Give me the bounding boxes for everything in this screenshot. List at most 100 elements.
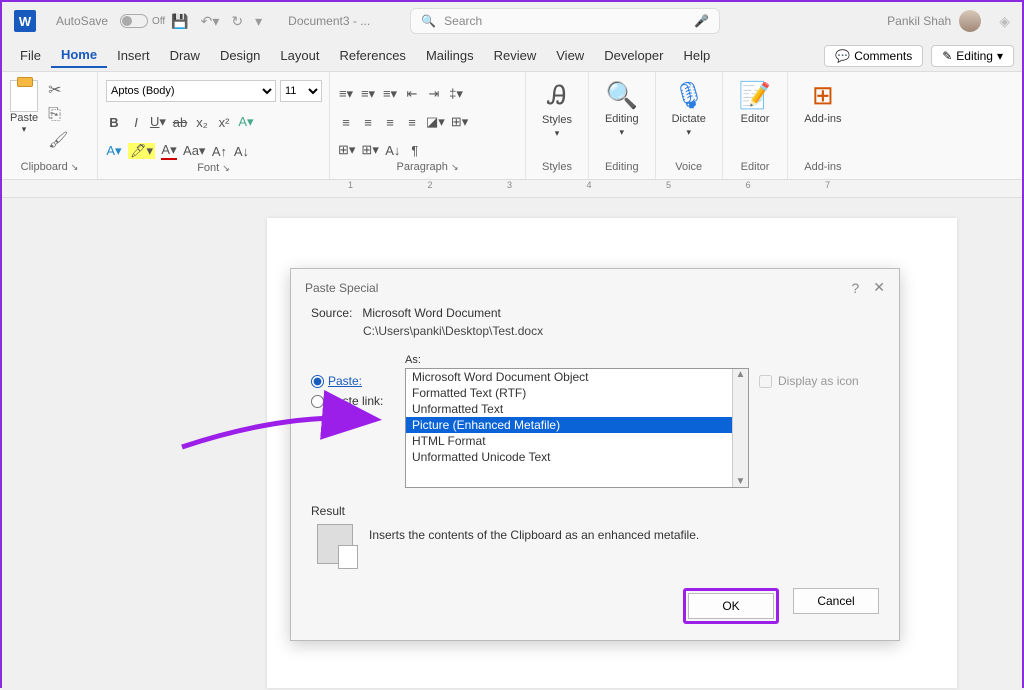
bullets-button[interactable]: ≡▾ xyxy=(338,86,354,102)
numbering-button[interactable]: ≡▾ xyxy=(360,86,376,102)
paste-button[interactable]: Paste ▾ xyxy=(10,80,38,135)
listbox-scrollbar[interactable]: ▲▼ xyxy=(732,369,748,487)
save-icon[interactable]: 💾 xyxy=(171,13,188,30)
ruler-mark: 2 xyxy=(392,180,469,190)
line-spacing-button[interactable]: ‡▾ xyxy=(448,86,464,102)
font-style-a-button[interactable]: A▾ xyxy=(106,143,122,159)
font-size-select[interactable]: 11 xyxy=(280,80,322,102)
editor-icon: 📝 xyxy=(739,80,771,111)
text-effects-button[interactable]: A▾ xyxy=(238,114,254,130)
grow-font-button[interactable]: A↑ xyxy=(211,144,227,159)
redo-icon[interactable]: ↻ xyxy=(231,13,243,30)
dialog-help-icon[interactable]: ? xyxy=(851,280,859,296)
superscript-button[interactable]: x² xyxy=(216,115,232,130)
dictate-button[interactable]: 🎙Dictate▾ xyxy=(664,80,714,138)
clipboard-result-icon xyxy=(317,524,353,564)
comments-button[interactable]: 💬 Comments xyxy=(824,45,923,67)
mic-icon: 🎙 xyxy=(672,80,705,111)
font-family-select[interactable]: Aptos (Body) xyxy=(106,80,276,102)
document-name[interactable]: Document3 - ... xyxy=(288,14,370,28)
tab-insert[interactable]: Insert xyxy=(107,44,160,67)
diamond-icon[interactable]: ◈ xyxy=(999,13,1010,30)
change-case-button[interactable]: Aa▾ xyxy=(183,143,205,159)
justify-button[interactable]: ≡ xyxy=(404,115,420,130)
dialog-close-icon[interactable]: ✕ xyxy=(873,279,885,296)
paste-radio[interactable]: Paste: xyxy=(311,374,395,388)
underline-button[interactable]: U▾ xyxy=(150,114,166,130)
editor-button[interactable]: 📝Editor xyxy=(731,80,779,125)
paste-radio-input[interactable] xyxy=(311,375,324,388)
editing-mode-button[interactable]: ✎ Editing ▾ xyxy=(931,45,1014,67)
subscript-button[interactable]: x₂ xyxy=(194,115,210,130)
ok-button[interactable]: OK xyxy=(688,593,774,619)
shading2-button[interactable]: ⊞▾ xyxy=(338,142,355,158)
addins-group-label: Add-ins xyxy=(796,159,849,175)
sort-button[interactable]: A↓ xyxy=(385,143,401,158)
align-right-button[interactable]: ≡ xyxy=(382,115,398,130)
user-account[interactable]: Pankil Shah ◈ xyxy=(887,10,1010,32)
align-left-button[interactable]: ≡ xyxy=(338,115,354,130)
comments-label: Comments xyxy=(854,49,912,63)
shrink-font-button[interactable]: A↓ xyxy=(233,144,249,159)
borders-button[interactable]: ⊞▾ xyxy=(451,114,468,130)
list-item[interactable]: HTML Format xyxy=(406,433,748,449)
list-item[interactable]: Unformatted Unicode Text xyxy=(406,449,748,465)
tab-home[interactable]: Home xyxy=(51,43,107,68)
shading-button[interactable]: ◪▾ xyxy=(426,114,445,130)
tab-design[interactable]: Design xyxy=(210,44,270,67)
format-painter-icon[interactable]: 🖌 xyxy=(48,130,68,150)
ruler[interactable]: 1 2 3 4 5 6 7 xyxy=(2,180,1022,198)
source-name: Microsoft Word Document xyxy=(362,306,501,320)
cut-icon[interactable]: ✂ xyxy=(48,80,68,100)
list-item[interactable]: Unformatted Text xyxy=(406,401,748,417)
show-marks-button[interactable]: ¶ xyxy=(407,143,423,158)
italic-button[interactable]: I xyxy=(128,115,144,130)
bold-button[interactable]: B xyxy=(106,115,122,130)
tab-developer[interactable]: Developer xyxy=(594,44,673,67)
autosave-toggle[interactable] xyxy=(120,14,148,28)
list-item[interactable]: Formatted Text (RTF) xyxy=(406,385,748,401)
tab-draw[interactable]: Draw xyxy=(160,44,210,67)
styles-button[interactable]: ᎯStyles▾ xyxy=(534,80,580,139)
group-addins: ⊞Add-ins Add-ins xyxy=(788,72,857,179)
ruler-mark: 6 xyxy=(710,180,787,190)
format-listbox[interactable]: Microsoft Word Document Object Formatted… xyxy=(405,368,749,488)
mic-icon[interactable]: 🎤 xyxy=(694,14,709,28)
highlight-button[interactable]: 🖊▾ xyxy=(128,143,155,159)
voice-group-label: Voice xyxy=(664,159,714,175)
tab-layout[interactable]: Layout xyxy=(270,44,329,67)
font-color-button[interactable]: A▾ xyxy=(161,142,177,160)
addins-button[interactable]: ⊞Add-ins xyxy=(796,80,849,125)
autosave-state: Off xyxy=(152,16,165,27)
decrease-indent-button[interactable]: ⇤ xyxy=(404,86,420,102)
cancel-button[interactable]: Cancel xyxy=(793,588,879,614)
paste-link-radio-input[interactable] xyxy=(311,395,324,408)
editing-button[interactable]: 🔍Editing▾ xyxy=(597,80,647,138)
paste-link-radio-label: Paste link: xyxy=(328,394,383,408)
display-as-icon-checkbox[interactable]: Display as icon xyxy=(759,374,879,388)
undo-icon[interactable]: ↶▾ xyxy=(201,13,220,30)
tab-references[interactable]: References xyxy=(329,44,415,67)
ruler-mark: 7 xyxy=(789,180,866,190)
multilevel-button[interactable]: ≡▾ xyxy=(382,86,398,102)
avatar xyxy=(959,10,981,32)
tab-view[interactable]: View xyxy=(546,44,594,67)
styles-group-label: Styles xyxy=(534,159,580,175)
tab-file[interactable]: File xyxy=(10,44,51,67)
strike-button[interactable]: ab xyxy=(172,115,188,130)
search-input[interactable]: 🔍 Search 🎤 xyxy=(410,8,720,34)
list-item[interactable]: Microsoft Word Document Object xyxy=(406,369,748,385)
borders2-button[interactable]: ⊞▾ xyxy=(361,142,378,158)
increase-indent-button[interactable]: ⇥ xyxy=(426,86,442,102)
tab-mailings[interactable]: Mailings xyxy=(416,44,484,67)
tab-review[interactable]: Review xyxy=(484,44,547,67)
copy-icon[interactable]: ⎘ xyxy=(48,106,68,124)
ruler-mark: 5 xyxy=(630,180,707,190)
align-center-button[interactable]: ≡ xyxy=(360,115,376,130)
ribbon-tabs: File Home Insert Draw Design Layout Refe… xyxy=(2,40,1022,72)
tab-help[interactable]: Help xyxy=(673,44,720,67)
ribbon: Paste ▾ ✂ ⎘ 🖌 Clipboard ↘ Aptos (Body) 1… xyxy=(2,72,1022,180)
paste-link-radio[interactable]: Paste link: xyxy=(311,394,395,408)
qat-more-icon[interactable]: ▾ xyxy=(255,13,262,30)
list-item-selected[interactable]: Picture (Enhanced Metafile) xyxy=(406,417,748,433)
